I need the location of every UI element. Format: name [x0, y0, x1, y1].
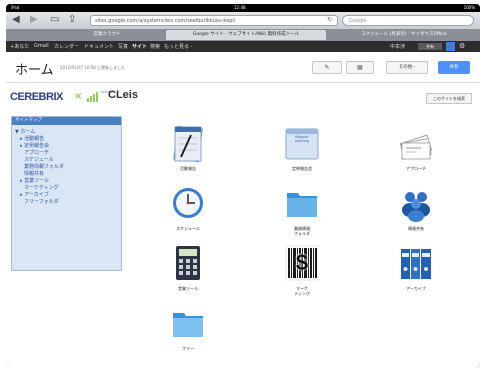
page-title: ホーム — [15, 63, 54, 78]
tile-archive[interactable]: アーカイブ — [360, 245, 472, 305]
tile-sales-tools[interactable]: 営業ツール — [132, 245, 244, 305]
edit-page-button[interactable]: ✎ — [312, 61, 342, 74]
sidebar-item-regular[interactable]: ▸ 定例報告会 — [20, 142, 49, 149]
sidebar-item-approach[interactable]: アプローチ — [24, 149, 49, 156]
browser-toolbar: ◀ ▶ ▭ ⇪ sites.google.com/a/systemcleis.c… — [6, 12, 480, 29]
google-bar: +あなた Gmail カレンダー ドキュメント 写真 サイト 検索 もっと見る … — [6, 41, 480, 52]
share-icon[interactable]: ⇪ — [68, 15, 76, 25]
gbar-calendar[interactable]: カレンダー — [54, 43, 79, 50]
gbar-documents[interactable]: ドキュメント — [84, 43, 114, 50]
tile-label: 営業ツール — [178, 286, 198, 291]
status-device: iPad — [11, 5, 20, 10]
gbar-share-button[interactable]: 共有 — [418, 43, 442, 50]
business-cards-icon — [399, 134, 433, 160]
search-field[interactable]: Google — [342, 15, 474, 26]
site-header: CEREBRIX × SYSTEM CLeis このサイトを検索 — [6, 84, 480, 108]
tile-label: 業務情報 フォルダ — [294, 226, 310, 236]
site-search-button[interactable]: このサイトを検索 — [426, 93, 472, 104]
binders-icon — [401, 249, 431, 279]
tile-schedule[interactable]: スケジュール — [132, 185, 244, 245]
tile-label: アーカイブ — [406, 286, 426, 291]
pencil-icon: ✎ — [324, 64, 330, 71]
tile-label: アプローチ — [406, 166, 426, 171]
tile-label: フリー — [182, 346, 194, 351]
page-icon: ▤ — [357, 64, 363, 71]
people-icon — [402, 192, 430, 222]
tile-approach[interactable]: アプローチ — [360, 125, 472, 185]
status-battery: 100% — [463, 5, 475, 10]
tile-label: マーケ ティング — [294, 286, 310, 296]
tile-label: 情報共有 — [408, 226, 424, 231]
tab-bar: 営業クラウド Google サイト - ウェブサイト/Wiki 無料作成ツール … — [6, 29, 480, 41]
share-button[interactable]: 共有 — [438, 61, 470, 74]
tab-eigyo-cloud[interactable]: 営業クラウド — [72, 30, 142, 40]
clock-icon — [173, 188, 203, 218]
tile-info-folder[interactable]: 業務情報 フォルダ — [246, 185, 358, 245]
notepad-icon — [173, 125, 203, 163]
gear-icon[interactable]: ⚙ — [459, 42, 465, 50]
tile-marketing[interactable]: $ マーケ ティング — [246, 245, 358, 305]
tile-grid: 活動報告 Regular meeting 定例報告会 アプローチ スケジュール … — [132, 125, 472, 355]
gbar-search[interactable]: 検索 — [150, 43, 160, 50]
tile-label: 定例報告会 — [292, 166, 312, 171]
cleis-logo: CLeis — [108, 89, 138, 101]
sidebar-item-info-share[interactable]: 情報共有 — [24, 170, 44, 177]
folder-icon — [287, 193, 317, 217]
url-field[interactable]: sites.google.com/a/systemcleis.com/seeib… — [90, 15, 338, 26]
ipad-screen: iPad 12:48 100% ◀ ▶ ▭ ⇪ sites.google.com… — [6, 4, 480, 367]
more-actions-button[interactable]: その他 - — [386, 61, 428, 74]
reload-icon[interactable]: ↻ — [327, 16, 332, 23]
cleis-bars-icon — [87, 92, 99, 102]
tab-google-sites[interactable]: Google サイト - ウェブサイト/Wiki 無料作成ツール — [166, 30, 326, 40]
bookmarks-icon[interactable]: ▭ — [50, 15, 59, 25]
sidebar-item-schedule[interactable]: スケジュール — [24, 156, 54, 163]
tile-free-folder[interactable]: フリー — [132, 305, 244, 365]
gbar-sites[interactable]: サイト — [132, 43, 147, 50]
gbar-plus-you[interactable]: +あなた — [10, 43, 29, 50]
tile-info-share[interactable]: 情報共有 — [360, 185, 472, 245]
back-icon[interactable]: ◀ — [12, 15, 20, 25]
dollar-sign: $ — [295, 250, 309, 275]
sidebar-title: サイトマップ — [12, 117, 121, 125]
sidebar-item-info-folder[interactable]: 業務情報フォルダ — [24, 163, 64, 170]
site-page: ホーム 2012/01/07 10:56 に更新しました ✎ ▤ その他 - 共… — [6, 52, 480, 367]
sidebar-item-marketing[interactable]: マーケティング — [24, 184, 59, 191]
sidebar-item-tools[interactable]: ▸ 営業ツール — [20, 177, 49, 184]
status-bar: iPad 12:48 100% — [6, 4, 480, 12]
tile-regular-meeting[interactable]: Regular meeting 定例報告会 — [246, 125, 358, 185]
status-time: 12:48 — [234, 5, 246, 10]
tile-label: スケジュール — [176, 226, 200, 231]
page-updated-meta: 2012/01/07 10:56 に更新しました — [60, 65, 126, 70]
page-header: ホーム 2012/01/07 10:56 に更新しました ✎ ▤ その他 - 共… — [6, 52, 480, 83]
regular-meeting-icon-text: Regular meeting — [294, 135, 310, 143]
avatar[interactable] — [446, 42, 455, 51]
regular-meeting-icon — [285, 128, 319, 160]
folder-icon — [173, 313, 203, 337]
tile-label: 活動報告 — [180, 166, 196, 171]
gbar-photos[interactable]: 写真 — [118, 43, 128, 50]
sidebar-item-home[interactable]: ▼ ホーム — [15, 128, 35, 135]
tab-schedule[interactable]: スケジュール (月表示) - サイボウズOffice — [330, 30, 478, 40]
sidebar-item-free-folder[interactable]: フリーフォルダ — [24, 198, 59, 205]
sidebar-item-activity[interactable]: ▸ 活動報告 — [20, 135, 44, 142]
gbar-user-name[interactable]: 中本渉 — [390, 43, 405, 50]
calculator-icon — [176, 246, 200, 280]
logo-separator: × — [74, 91, 83, 102]
tile-activity-report[interactable]: 活動報告 — [132, 125, 244, 185]
cerebrix-logo: CEREBRIX — [10, 91, 63, 103]
gbar-gmail[interactable]: Gmail — [34, 43, 49, 49]
new-page-button[interactable]: ▤ — [346, 61, 374, 74]
sidebar-item-archive[interactable]: ▸ アーカイブ — [20, 191, 49, 198]
forward-icon[interactable]: ▶ — [30, 15, 38, 25]
sidebar-sitemap: サイトマップ ▼ ホーム ▸ 活動報告 ▸ 定例報告会 アプローチ スケジュール… — [11, 116, 122, 271]
gbar-more[interactable]: もっと見る - — [164, 43, 192, 50]
